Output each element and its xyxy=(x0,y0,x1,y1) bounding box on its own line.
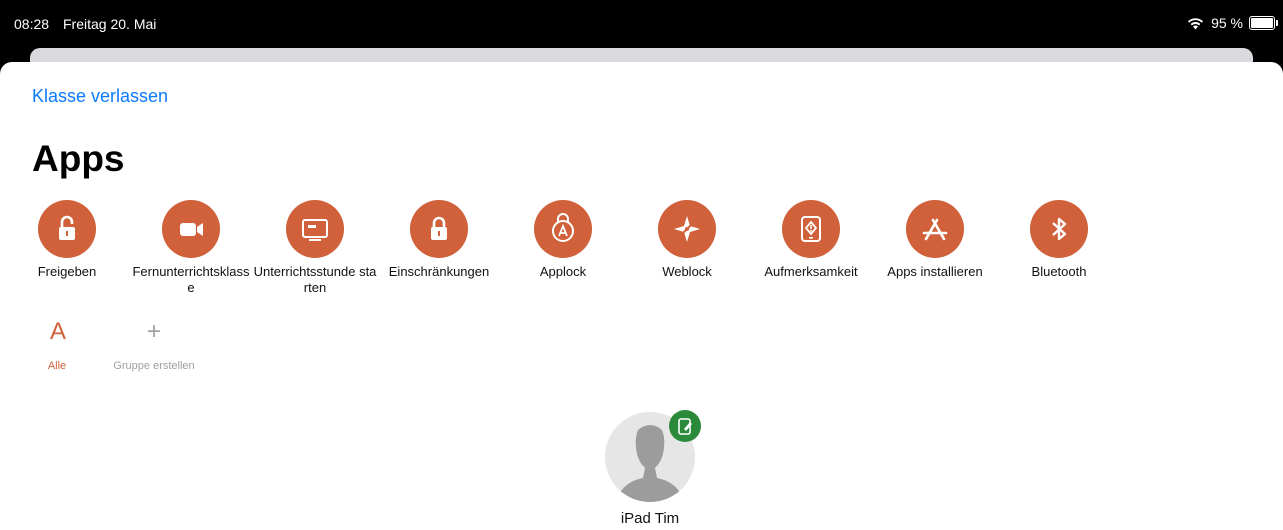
device-tile[interactable]: iPad Tim xyxy=(560,410,740,527)
app-bluetooth[interactable]: Bluetooth xyxy=(997,200,1121,280)
video-camera-icon xyxy=(162,200,220,258)
app-fernunterrichtsklasse[interactable]: Fernunterrichtsklasse xyxy=(129,200,253,296)
compass-icon xyxy=(658,200,716,258)
lock-icon xyxy=(410,200,468,258)
group-alle[interactable]: A Alle xyxy=(33,312,83,372)
app-label: Bluetooth xyxy=(1031,264,1087,279)
status-right: 95 % xyxy=(1187,15,1278,31)
device-name: iPad Tim xyxy=(620,510,680,527)
create-group-button[interactable]: + Gruppe erstellen xyxy=(104,312,204,372)
app-applock[interactable]: Applock xyxy=(501,200,625,280)
bluetooth-icon xyxy=(1030,200,1088,258)
blackboard-icon xyxy=(286,200,344,258)
app-lock-icon xyxy=(534,200,592,258)
unlock-icon xyxy=(38,200,96,258)
app-apps-installieren[interactable]: Apps installieren xyxy=(873,200,997,280)
app-weblock[interactable]: Weblock xyxy=(625,200,749,280)
group-alle-label: Alle xyxy=(47,360,67,372)
app-freigeben[interactable]: Freigeben xyxy=(5,200,129,280)
group-alle-glyph: A xyxy=(49,318,66,345)
battery-icon xyxy=(1249,16,1278,30)
status-bar: 08:28 Freitag 20. Mai 95 % xyxy=(0,0,1283,48)
plus-icon: + xyxy=(146,318,161,345)
tablet-alert-icon xyxy=(782,200,840,258)
class-sheet: Klasse verlassen Apps Freigeben Fernunte… xyxy=(0,62,1283,530)
app-label: Aufmerksamkeit xyxy=(764,264,858,279)
app-store-icon xyxy=(906,200,964,258)
app-label: Weblock xyxy=(662,264,712,279)
wifi-icon xyxy=(1188,17,1204,29)
app-einschraenkungen[interactable]: Einschränkungen xyxy=(377,200,501,280)
app-label: Applock xyxy=(539,264,587,279)
leave-class-button[interactable]: Klasse verlassen xyxy=(32,86,168,107)
tablet-edit-icon xyxy=(678,418,692,435)
status-time: 08:28 xyxy=(14,16,50,32)
status-date: Freitag 20. Mai xyxy=(63,16,157,32)
app-label: Einschränkungen xyxy=(388,264,490,279)
app-label: Apps installieren xyxy=(887,264,983,279)
page-title: Apps xyxy=(32,138,125,179)
app-aufmerksamkeit[interactable]: Aufmerksamkeit xyxy=(749,200,873,280)
create-group-label: Gruppe erstellen xyxy=(113,360,195,372)
app-label: Unterrichtsstunde starten xyxy=(253,264,377,295)
app-unterrichtsstunde-starten[interactable]: Unterrichtsstunde starten xyxy=(253,200,377,296)
battery-percent: 95 % xyxy=(1211,15,1243,31)
avatar xyxy=(605,410,701,502)
app-label: Fernunterrichtsklasse xyxy=(132,264,250,295)
device-status-badge xyxy=(669,410,701,442)
app-label: Freigeben xyxy=(37,264,97,279)
